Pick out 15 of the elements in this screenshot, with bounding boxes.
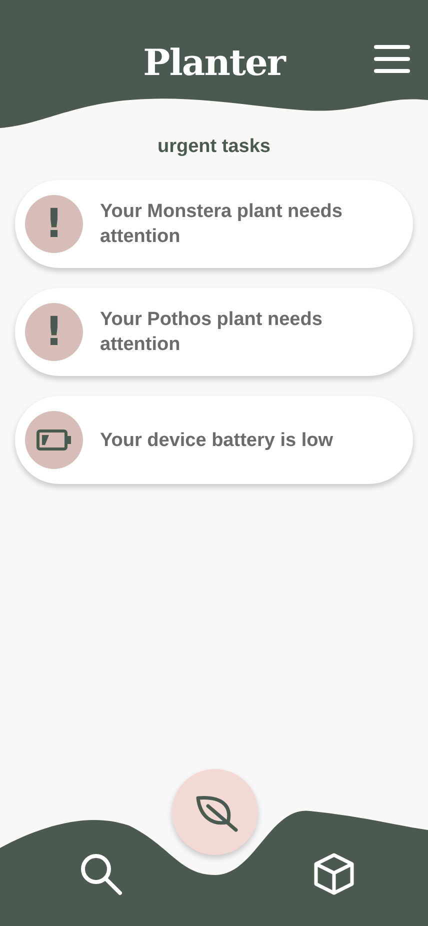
battery-icon	[36, 429, 72, 451]
task-card[interactable]: ! Your Monstera plant needs attention	[15, 180, 413, 268]
leaf-button[interactable]	[172, 769, 258, 855]
alert-icon: !	[25, 303, 83, 361]
section-heading: urgent tasks	[158, 136, 270, 158]
task-text: Your Monstera plant needs attention	[100, 200, 344, 249]
cube-icon[interactable]	[313, 852, 355, 896]
task-text: Your Pothos plant needs attention	[100, 308, 324, 357]
task-card[interactable]: Your device battery is low	[15, 396, 413, 484]
search-icon[interactable]	[79, 852, 123, 896]
task-text: Your device battery is low	[100, 428, 334, 452]
task-card[interactable]: ! Your Pothos plant needs attention	[15, 288, 413, 376]
app-title: Planter	[143, 42, 285, 84]
menu-icon[interactable]	[374, 44, 410, 74]
alert-icon: !	[25, 195, 83, 253]
